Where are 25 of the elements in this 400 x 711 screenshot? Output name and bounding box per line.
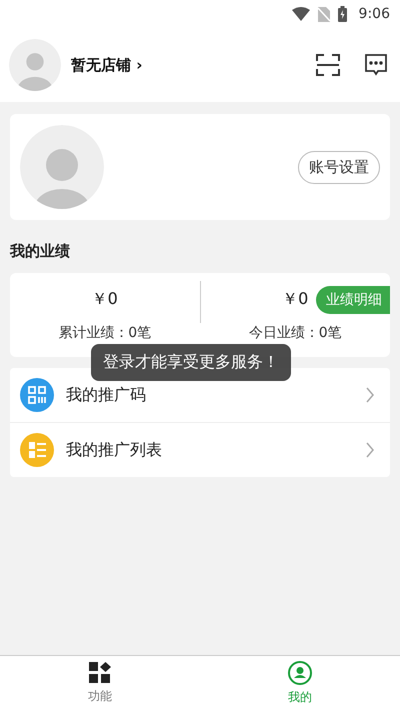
- nav-tab[interactable]: 功能: [0, 656, 200, 711]
- amount-value: ￥0: [282, 289, 308, 310]
- no-sim-icon: [318, 6, 330, 22]
- menu-label: 我的推广码: [66, 384, 147, 406]
- amount-value: ￥0: [92, 289, 118, 310]
- status-time: 9:06: [358, 6, 390, 22]
- stat-label: 今日业绩：0笔: [248, 324, 342, 342]
- grid-icon: [89, 662, 111, 684]
- store-link[interactable]: 暂无店铺 ›: [71, 56, 142, 74]
- battery-icon: [338, 6, 347, 22]
- chevron-right-icon: [366, 387, 374, 403]
- avatar-icon: [20, 125, 104, 209]
- login-toast: 登录才能享受更多服务！: [91, 344, 291, 381]
- user-icon: [288, 661, 312, 685]
- account-settings-button[interactable]: 账号设置: [298, 150, 380, 184]
- menu-label: 我的推广列表: [66, 440, 163, 460]
- message-icon[interactable]: [364, 53, 388, 77]
- nav-tab[interactable]: 我的: [200, 656, 400, 711]
- wifi-icon: [292, 7, 310, 21]
- chevron-right-icon: [366, 442, 374, 458]
- avatar-icon: [9, 39, 61, 91]
- stat-label: 累计业绩：0笔: [58, 324, 152, 342]
- menu-item[interactable]: 我的推广列表: [10, 423, 390, 477]
- section-title: 我的业绩: [10, 242, 71, 261]
- scan-icon[interactable]: [316, 54, 340, 76]
